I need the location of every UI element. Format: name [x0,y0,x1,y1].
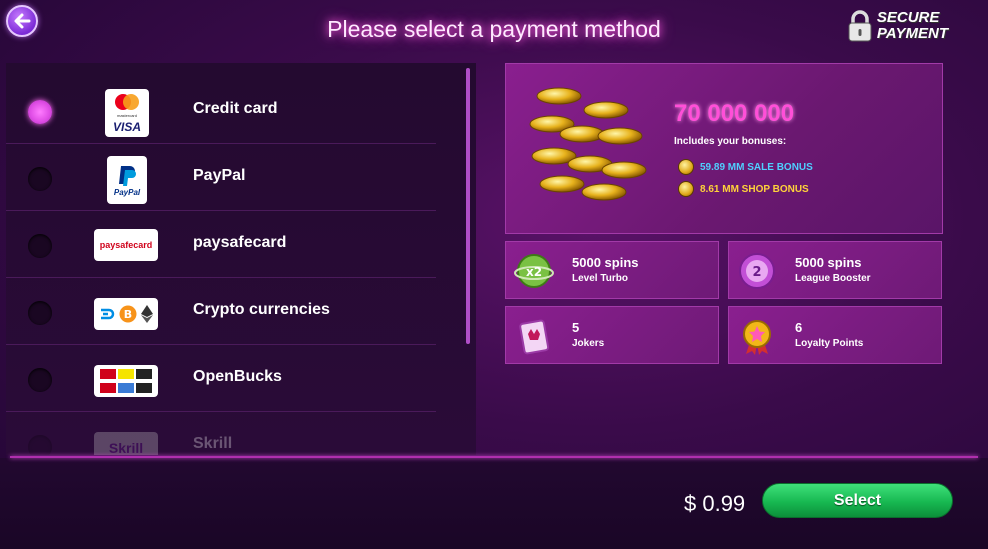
price-label: $ 0.99 [684,491,746,516]
payment-option-label: Credit card [193,100,278,117]
skrill-text: Skrill [108,440,144,455]
coin-icon [678,159,694,175]
bitcoin-icon: B [119,305,137,323]
payment-option-skrill[interactable]: Skrill Skrill [6,412,436,455]
reward-label: Jokers [572,338,605,349]
radio-credit-card[interactable] [28,100,52,124]
payment-option-label: PayPal [193,167,246,184]
ethereum-icon [141,305,153,323]
payment-option-crypto[interactable]: B Crypto currencies [6,278,436,345]
visa-text: VISA [112,119,141,134]
reward-label: Loyalty Points [795,338,864,349]
payment-option-label: Skrill [193,435,233,452]
offer-panel: 70 000 000 Includes your bonuses: 59.89 … [505,63,943,234]
svg-text:2: 2 [752,265,761,280]
league-booster-icon: 2 [739,253,775,289]
joker-icon [519,319,550,355]
footer-divider [10,456,978,458]
loyalty-icon [743,320,771,355]
radio-openbucks[interactable] [28,368,52,392]
radio-crypto[interactable] [28,301,52,325]
svg-text:B: B [124,308,132,321]
reward-value: 5000 spins [572,255,639,270]
reward-value: 5000 spins [795,255,862,270]
reward-loyalty-points: 6 Loyalty Points [728,306,942,364]
reward-level-turbo: x2 5000 spins Level Turbo [505,241,719,299]
mastercard-icon [115,93,139,110]
multiplier-label: x2 [526,265,542,279]
reward-label: League Booster [795,273,871,284]
secure-text-line2: PAYMENT [876,25,948,42]
shop-bonus: 8.61 MM SHOP BONUS [678,181,809,197]
payment-list-scrollbar[interactable] [466,68,470,344]
secure-payment-badge: SECURE PAYMENT [847,10,948,42]
crypto-logo: B [94,298,158,330]
credit-card-logo: mastercard VISA [105,89,149,137]
paysafecard-logo: paysafecard [94,229,158,261]
level-turbo-icon: x2 [514,254,554,288]
radio-paysafecard[interactable] [28,234,52,258]
reward-value: 5 [572,320,580,335]
dash-icon [101,308,115,320]
includes-bonuses-label: Includes your bonuses: [674,136,787,147]
sale-bonus: 59.89 MM SALE BONUS [678,159,813,175]
payment-option-label: Crypto currencies [193,301,330,318]
page-title: Please select a payment method [327,16,661,42]
lock-icon [848,10,872,42]
payment-option-paypal[interactable]: PayPal PayPal [6,144,436,211]
shop-bonus-text: 8.61 MM SHOP BONUS [700,183,809,195]
reward-label: Level Turbo [572,273,628,284]
reward-jokers: 5 Jokers [505,306,719,364]
paypal-logo: PayPal [107,156,147,204]
payment-option-paysafecard[interactable]: paysafecard paysafecard [6,211,436,278]
payment-option-label: OpenBucks [193,368,282,385]
paypal-icon [119,165,136,186]
radio-skrill[interactable] [28,435,52,455]
payment-option-credit-card[interactable]: mastercard VISA Credit card [6,77,436,144]
openbucks-logo [94,365,158,397]
skrill-logo: Skrill [94,432,158,455]
reward-value: 6 [795,320,803,335]
coin-icon [678,181,694,197]
select-button[interactable]: Select [762,483,953,518]
gold-coins-image [529,87,647,201]
reward-league-booster: 2 5000 spins League Booster [728,241,942,299]
payment-method-list: mastercard VISA Credit card PayPal PayPa… [6,63,476,455]
coin-amount: 70 000 000 [674,100,795,127]
payment-option-openbucks[interactable]: OpenBucks [6,345,436,412]
radio-paypal[interactable] [28,167,52,191]
paypal-text: PayPal [113,187,141,197]
payment-option-label: paysafecard [193,234,287,251]
sale-bonus-text: 59.89 MM SALE BONUS [700,161,813,173]
paysafecard-text: paysafecard [99,240,153,250]
secure-text-line1: SECURE [876,9,940,26]
mastercard-text: mastercard [116,112,137,118]
